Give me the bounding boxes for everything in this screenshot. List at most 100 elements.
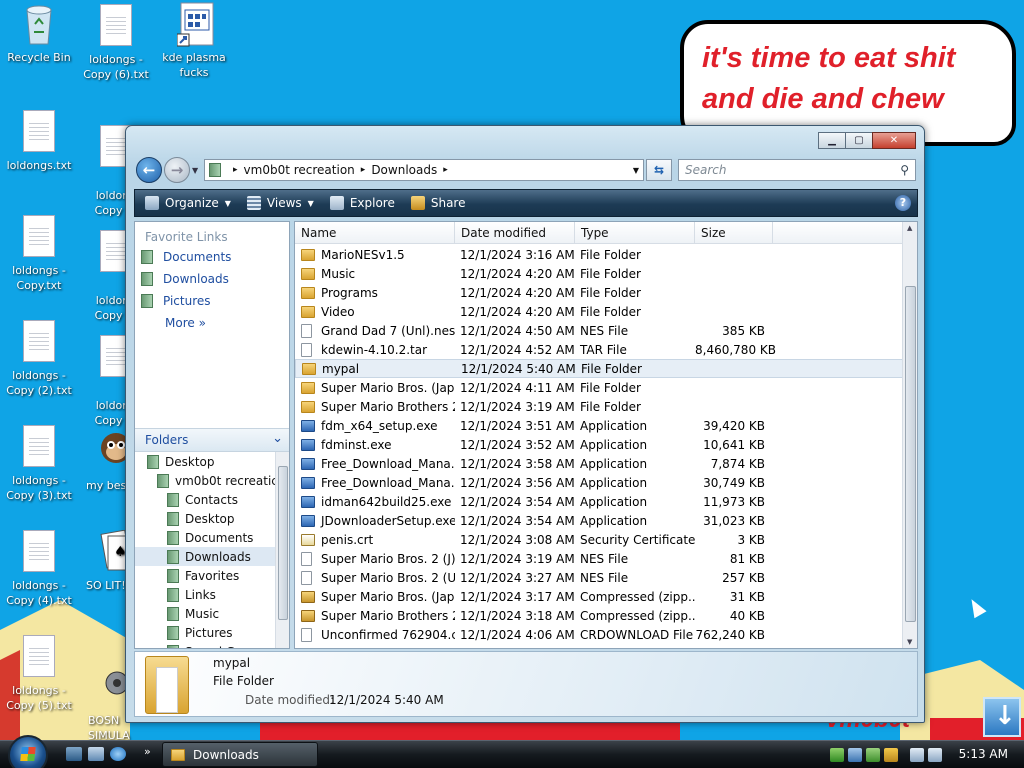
table-row[interactable]: Free_Download_Mana... 12/1/2024 3:58 AM Ap… — [295, 454, 903, 473]
tree-item-music[interactable]: Music — [135, 604, 275, 623]
file-name: mypal — [322, 361, 360, 376]
desktop-icon-loldongs-copy[interactable]: loldongs - Copy.txt — [1, 215, 77, 293]
table-row[interactable]: penis.crt 12/1/2024 3:08 AM Security Certi… — [295, 530, 903, 549]
breadcrumb-user[interactable]: vm0b0t recreation — [244, 163, 355, 177]
desktop-icon-kde-plasma[interactable]: kde plasma fucks — [156, 2, 232, 80]
desktop-icon-loldongs-copy-3[interactable]: loldongs - Copy (3).txt — [1, 425, 77, 503]
table-row[interactable]: Super Mario Bros. 2 (U... 12/1/2024 3:27 … — [295, 568, 903, 587]
tray-app-icon[interactable] — [866, 748, 880, 762]
scroll-up-icon[interactable]: ▲ — [907, 224, 912, 232]
recent-pages-dropdown[interactable]: ▼ — [192, 166, 198, 175]
desktop-icon-recycle-bin[interactable]: Recycle Bin — [1, 2, 77, 65]
tray-app-icon[interactable] — [848, 748, 862, 762]
tree-scroll-thumb[interactable] — [278, 466, 288, 620]
table-row[interactable]: Grand Dad 7 (Unl).nes 12/1/2024 4:50 AM NE… — [295, 321, 903, 340]
minimize-button[interactable]: ▁ — [818, 132, 846, 149]
table-row[interactable]: Super Mario Bros. (Jap... 12/1/2024 3:17 … — [295, 587, 903, 606]
tree-item-pictures[interactable]: Pictures — [135, 623, 275, 642]
tree-item-desktop[interactable]: Desktop — [135, 509, 275, 528]
maximize-button[interactable]: ▢ — [845, 132, 873, 149]
tray-app-icon[interactable] — [830, 748, 844, 762]
clock[interactable]: 5:13 AM — [959, 747, 1008, 761]
cert-icon — [301, 533, 315, 546]
show-desktop-quick-icon[interactable] — [66, 747, 82, 761]
refresh-button[interactable]: ⇆ — [646, 159, 672, 181]
table-row[interactable]: Super Mario Bros. (Jap... 12/1/2024 4:11 … — [295, 378, 903, 397]
column-header-size[interactable]: Size — [695, 222, 773, 243]
tree-item-favorites[interactable]: Favorites — [135, 566, 275, 585]
switch-windows-icon[interactable] — [88, 747, 104, 761]
table-row[interactable]: mypal 12/1/2024 5:40 AM File Folder — [295, 359, 903, 378]
tree-item-links[interactable]: Links — [135, 585, 275, 604]
file-type: File Folder — [580, 266, 641, 281]
file-size: 257 KB — [722, 570, 765, 585]
scroll-down-icon[interactable]: ▼ — [907, 638, 912, 646]
close-button[interactable]: ✕ — [872, 132, 916, 149]
tree-item-downloads[interactable]: Downloads — [135, 547, 275, 566]
desktop-icon-loldongs-copy-5[interactable]: loldongs - Copy (5).txt — [1, 635, 77, 713]
explorer-window[interactable]: ▁ ▢ ✕ ← → ▼ ▸ vm0b0t recreation ▸ Downlo… — [125, 125, 925, 723]
column-header-name[interactable]: Name — [295, 222, 455, 243]
search-icon[interactable]: ⚲ — [900, 163, 909, 177]
file-size: 8,460,780 KB — [695, 342, 776, 357]
address-bar[interactable]: ▸ vm0b0t recreation ▸ Downloads ▸ ▼ — [204, 159, 644, 181]
address-dropdown-icon[interactable]: ▼ — [633, 166, 639, 175]
tree-item-vm0b0t-recreatic[interactable]: vm0b0t recreatic — [135, 471, 278, 490]
breadcrumb-arrow-icon[interactable]: ▸ — [443, 165, 448, 175]
volume-muted-icon[interactable] — [928, 748, 942, 762]
column-header-type[interactable]: Type — [575, 222, 695, 243]
desktop-icon-loldongs-copy-2[interactable]: loldongs - Copy (2).txt — [1, 320, 77, 398]
views-button[interactable]: Views ▼ — [246, 196, 314, 210]
table-row[interactable]: Super Mario Brothers 2... 12/1/2024 3:18 … — [295, 606, 903, 625]
tray-app-icon[interactable] — [884, 748, 898, 762]
table-row[interactable]: Music 12/1/2024 4:20 AM File Folder — [295, 264, 903, 283]
tree-item-desktop[interactable]: Desktop — [135, 452, 275, 471]
tree-item-documents[interactable]: Documents — [135, 528, 275, 547]
desktop-icon-loldongs[interactable]: loldongs.txt — [1, 110, 77, 173]
breadcrumb-arrow-icon[interactable]: ▸ — [233, 165, 238, 175]
table-row[interactable]: fdminst.exe 12/1/2024 3:52 AM Application 1… — [295, 435, 903, 454]
forward-button[interactable]: → — [164, 157, 190, 183]
quick-launch-overflow-icon[interactable]: » — [144, 745, 151, 758]
column-header-date[interactable]: Date modified — [455, 222, 575, 243]
help-icon[interactable]: ? — [895, 195, 911, 211]
more-links[interactable]: More » — [135, 312, 289, 334]
tree-scrollbar[interactable] — [275, 452, 289, 648]
table-row[interactable]: Unconfirmed 762904.c... 12/1/2024 4:06 AM… — [295, 625, 903, 644]
breadcrumb-downloads[interactable]: Downloads — [371, 163, 437, 177]
search-input[interactable]: Search ⚲ — [678, 159, 916, 181]
start-button[interactable] — [8, 735, 48, 768]
file-name-cell: Unconfirmed 762904.c... — [295, 627, 455, 642]
taskbar-button-downloads[interactable]: Downloads — [162, 742, 318, 767]
breadcrumb-arrow-icon[interactable]: ▸ — [361, 165, 366, 175]
table-row[interactable]: Video 12/1/2024 4:20 AM File Folder — [295, 302, 903, 321]
file-icon — [301, 342, 312, 357]
table-row[interactable]: Programs 12/1/2024 4:20 AM File Folder — [295, 283, 903, 302]
table-row[interactable]: idman642build25.exe 12/1/2024 3:54 AM Appl… — [295, 492, 903, 511]
favorite-link-pictures[interactable]: Pictures — [135, 290, 289, 312]
table-row[interactable]: MarioNESv1.5 12/1/2024 3:16 AM File Folder — [295, 245, 903, 264]
desktop-icon-loldongs-copy-6[interactable]: loldongs - Copy (6).txt — [78, 4, 154, 82]
table-row[interactable]: JDownloaderSetup.exe 12/1/2024 3:54 AM App… — [295, 511, 903, 530]
favorite-link-downloads[interactable]: Downloads — [135, 268, 289, 290]
show-desktop-icon[interactable] — [983, 697, 1021, 737]
share-button[interactable]: Share — [410, 196, 465, 210]
table-row[interactable]: fdm_x64_setup.exe 12/1/2024 3:51 AM Applic… — [295, 416, 903, 435]
back-button[interactable]: ← — [136, 157, 162, 183]
table-row[interactable]: Super Mario Bros. 2 (J) ... 12/1/2024 3:1… — [295, 549, 903, 568]
desktop-icon-loldongs-copy-4[interactable]: loldongs - Copy (4).txt — [1, 530, 77, 608]
list-scroll-thumb[interactable] — [905, 286, 916, 622]
table-row[interactable]: Super Mario Brothers 2... 12/1/2024 3:19 … — [295, 397, 903, 416]
folders-toggle[interactable]: Folders ⌄ — [135, 428, 289, 452]
network-icon[interactable] — [910, 748, 924, 762]
favorite-link-documents[interactable]: Documents — [135, 246, 289, 268]
explore-button[interactable]: Explore — [329, 196, 395, 210]
tree-item-contacts[interactable]: Contacts — [135, 490, 275, 509]
text-file-icon — [23, 530, 55, 572]
organize-button[interactable]: Organize ▼ — [145, 196, 231, 210]
tree-item-saved-games[interactable]: Saved Games — [135, 642, 275, 648]
list-scrollbar[interactable]: ▲ ▼ — [902, 222, 917, 648]
table-row[interactable]: kdewin-4.10.2.tar 12/1/2024 4:52 AM TAR Fi… — [295, 340, 903, 359]
internet-explorer-icon[interactable] — [110, 747, 126, 761]
table-row[interactable]: Free_Download_Mana... 12/1/2024 3:56 AM Ap… — [295, 473, 903, 492]
